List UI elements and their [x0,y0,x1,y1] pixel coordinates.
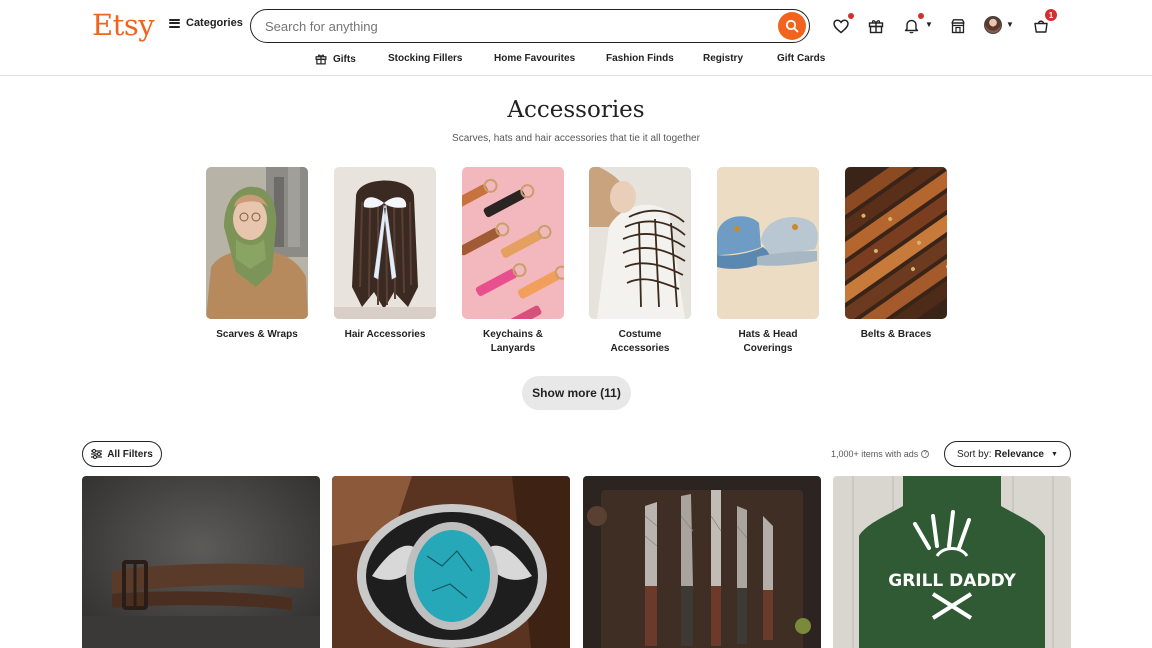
damascus-knives-image [583,476,821,648]
category-image-hair [334,167,436,319]
heart-icon [833,18,849,33]
categories-label: Categories [186,17,243,29]
nav-item-registry[interactable]: Registry [703,53,743,64]
chevron-down-icon[interactable]: ▼ [925,20,933,29]
bell-icon [904,19,918,34]
nav-item-stocking-fillers[interactable]: Stocking Fillers [388,53,462,64]
filter-sliders-icon [91,449,103,459]
cart-count-badge: 1 [1045,9,1057,21]
product-card[interactable] [332,476,570,648]
search-button[interactable] [778,12,806,40]
sort-dropdown[interactable]: Sort by: Relevance ▼ [944,441,1071,467]
category-label: Hair Accessories [344,329,426,340]
page-subtitle: Scarves, hats and hair accessories that … [452,133,700,144]
info-icon[interactable]: ? [921,450,930,458]
category-card-hats-head-coverings[interactable]: Hats & Head Coverings [717,167,819,356]
turquoise-buckle-image [332,476,570,648]
category-card-keychains-lanyards[interactable]: Keychains & Lanyards [462,167,564,356]
gift-mode-button[interactable] [866,16,886,36]
category-image-hats [717,167,819,319]
category-image-belts [845,167,947,319]
gift-icon [315,54,327,65]
grill-daddy-apron-image: GRILL DADDY [833,476,1071,648]
notification-dot [848,13,854,19]
category-image-scarves [206,167,308,319]
product-card[interactable] [82,476,320,648]
apron-print-text: GRILL DADDY [888,571,1016,591]
leather-belt-image [82,476,320,648]
favorites-button[interactable] [831,13,854,36]
search-bar [250,9,810,43]
menu-icon [169,18,180,28]
categories-menu-button[interactable]: Categories [169,17,243,29]
nav-item-home-favourites[interactable]: Home Favourites [494,53,575,64]
shop-manager-button[interactable] [948,16,968,36]
search-icon [785,19,799,33]
category-label: Hats & Head Coverings [738,329,798,354]
category-image-keychains [462,167,564,319]
notification-dot [918,13,924,19]
sort-prefix: Sort by: [957,448,992,460]
cart-icon [1034,20,1048,33]
nav-item-fashion-finds[interactable]: Fashion Finds [606,53,674,64]
product-card[interactable] [583,476,821,648]
category-card-belts-braces[interactable]: Belts & Braces [845,167,947,342]
all-filters-label: All Filters [107,448,153,460]
show-more-button[interactable]: Show more (11) [522,376,631,410]
results-count: 1,000+ items with ads ? [831,449,930,459]
category-card-costume-accessories[interactable]: Costume Accessories [589,167,691,356]
category-image-costume [589,167,691,319]
notifications-button[interactable] [901,13,924,36]
etsy-logo[interactable]: Etsy [92,8,155,42]
nav-item-gift-cards[interactable]: Gift Cards [777,53,825,64]
chevron-down-icon: ▼ [1051,450,1058,458]
category-card-hair-accessories[interactable]: Hair Accessories [334,167,436,342]
page-title: Accessories [507,97,645,123]
nav-item-gifts[interactable]: Gifts [315,53,356,65]
all-filters-button[interactable]: All Filters [82,441,162,467]
category-label: Costume Accessories [610,329,670,354]
avatar[interactable] [984,16,1002,34]
search-input[interactable] [265,18,745,34]
sub-navigation: Gifts Stocking Fillers Home Favourites F… [0,53,1152,67]
shop-icon [951,19,965,34]
site-header: Etsy Categories ▼ [0,0,1152,76]
nav-item-label: Gifts [333,53,356,65]
chevron-down-icon[interactable]: ▼ [1006,20,1014,29]
category-card-scarves-wraps[interactable]: Scarves & Wraps [206,167,308,342]
category-label: Keychains & Lanyards [482,329,544,354]
product-card[interactable]: GRILL DADDY [833,476,1071,648]
gift-icon [868,20,884,34]
category-label: Belts & Braces [860,329,932,340]
results-count-text: 1,000+ items with ads [831,449,919,459]
category-label: Scarves & Wraps [216,329,298,340]
sort-value: Relevance [994,448,1044,460]
